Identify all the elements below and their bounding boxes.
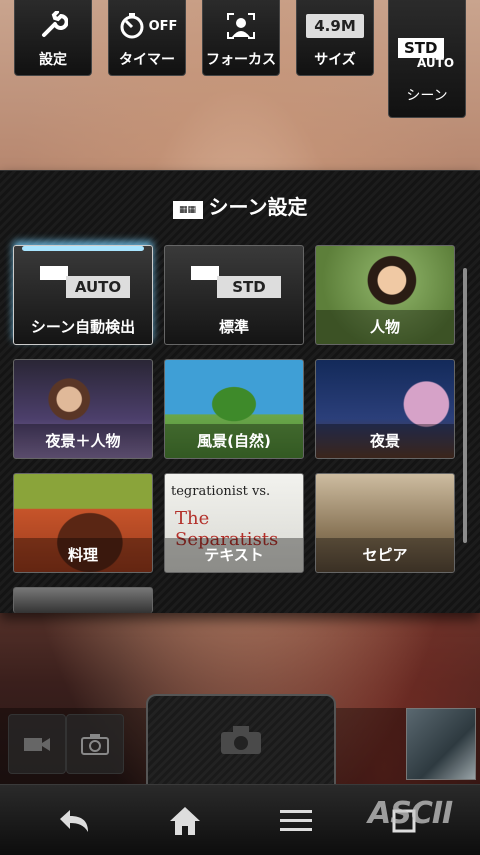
scene-tile-portrait[interactable]: 人物 (315, 245, 455, 345)
panel-title: ▦▦ シーン設定 (0, 191, 480, 220)
tile-label: 人物 (316, 310, 454, 344)
size-label: サイズ (314, 52, 356, 68)
tile-label: テキスト (165, 538, 303, 572)
tile-label: 風景(自然) (165, 424, 303, 458)
scene-mode-icon (40, 266, 68, 280)
menu-icon (280, 810, 312, 831)
video-mode-button[interactable] (8, 714, 66, 774)
shutter-button[interactable] (146, 694, 336, 784)
back-icon (60, 810, 88, 832)
timer-icon: OFF (109, 10, 185, 42)
home-icon (170, 807, 200, 835)
scene-mode-icon (191, 266, 219, 280)
timer-state: OFF (148, 18, 178, 34)
scene-button[interactable]: STD AUTO シーン (388, 0, 466, 118)
back-button[interactable] (54, 801, 94, 841)
face-focus-icon (203, 10, 279, 42)
scene-settings-panel: ▦▦ シーン設定 AUTO シーン自動検出 STD 標準 人物 夜景＋人物 風景(… (0, 170, 480, 613)
focus-button[interactable]: フォーカス (202, 0, 280, 76)
tile-label: 標準 (218, 318, 249, 336)
scene-tile-text[interactable]: tegrationist vs. The Separatists テキスト (164, 473, 304, 573)
tile-photo-text: tegrationist vs. (171, 484, 271, 499)
wrench-icon (15, 10, 91, 42)
tile-label: セピア (316, 538, 454, 572)
settings-label: 設定 (39, 52, 67, 68)
scene-tile-sepia[interactable]: セピア (315, 473, 455, 573)
tile-label: 料理 (14, 538, 152, 572)
scene-tile-standard[interactable]: STD 標準 (164, 245, 304, 345)
menu-button[interactable] (276, 801, 316, 841)
timer-label: タイマー (119, 52, 175, 68)
scene-tile-food[interactable]: 料理 (13, 473, 153, 573)
settings-button[interactable]: 設定 (14, 0, 92, 76)
scene-tile-landscape[interactable]: 風景(自然) (164, 359, 304, 459)
size-button[interactable]: 4.9M サイズ (296, 0, 374, 76)
focus-label: フォーカス (206, 52, 276, 68)
scene-badge-std: STD (398, 38, 444, 58)
scene-label: シーン (406, 88, 448, 104)
scene-tile-night-portrait[interactable]: 夜景＋人物 (13, 359, 153, 459)
camera-icon (81, 734, 109, 755)
scene-badge-std: STD (217, 276, 281, 298)
scene-badge-auto: AUTO (417, 56, 455, 70)
scene-badge-auto: AUTO (66, 276, 130, 298)
tile-label: 夜景 (316, 424, 454, 458)
last-photo-thumbnail[interactable] (406, 708, 476, 780)
home-button[interactable] (165, 801, 205, 841)
tile-label: 夜景＋人物 (14, 424, 152, 458)
scene-tile-auto-detect[interactable]: AUTO シーン自動検出 (13, 245, 153, 345)
scene-mode-icon: ▦▦ (172, 201, 203, 219)
timer-button[interactable]: OFF タイマー (108, 0, 186, 76)
scene-tile-partial[interactable] (13, 587, 153, 613)
scene-tile-night[interactable]: 夜景 (315, 359, 455, 459)
photo-mode-button[interactable] (66, 714, 124, 774)
ascii-watermark: ASCII (368, 796, 453, 831)
tile-label: シーン自動検出 (30, 318, 136, 336)
video-camera-icon (24, 738, 50, 751)
size-value: 4.9M (306, 14, 364, 38)
camera-icon (221, 726, 261, 754)
panel-scrollbar[interactable] (463, 268, 467, 543)
